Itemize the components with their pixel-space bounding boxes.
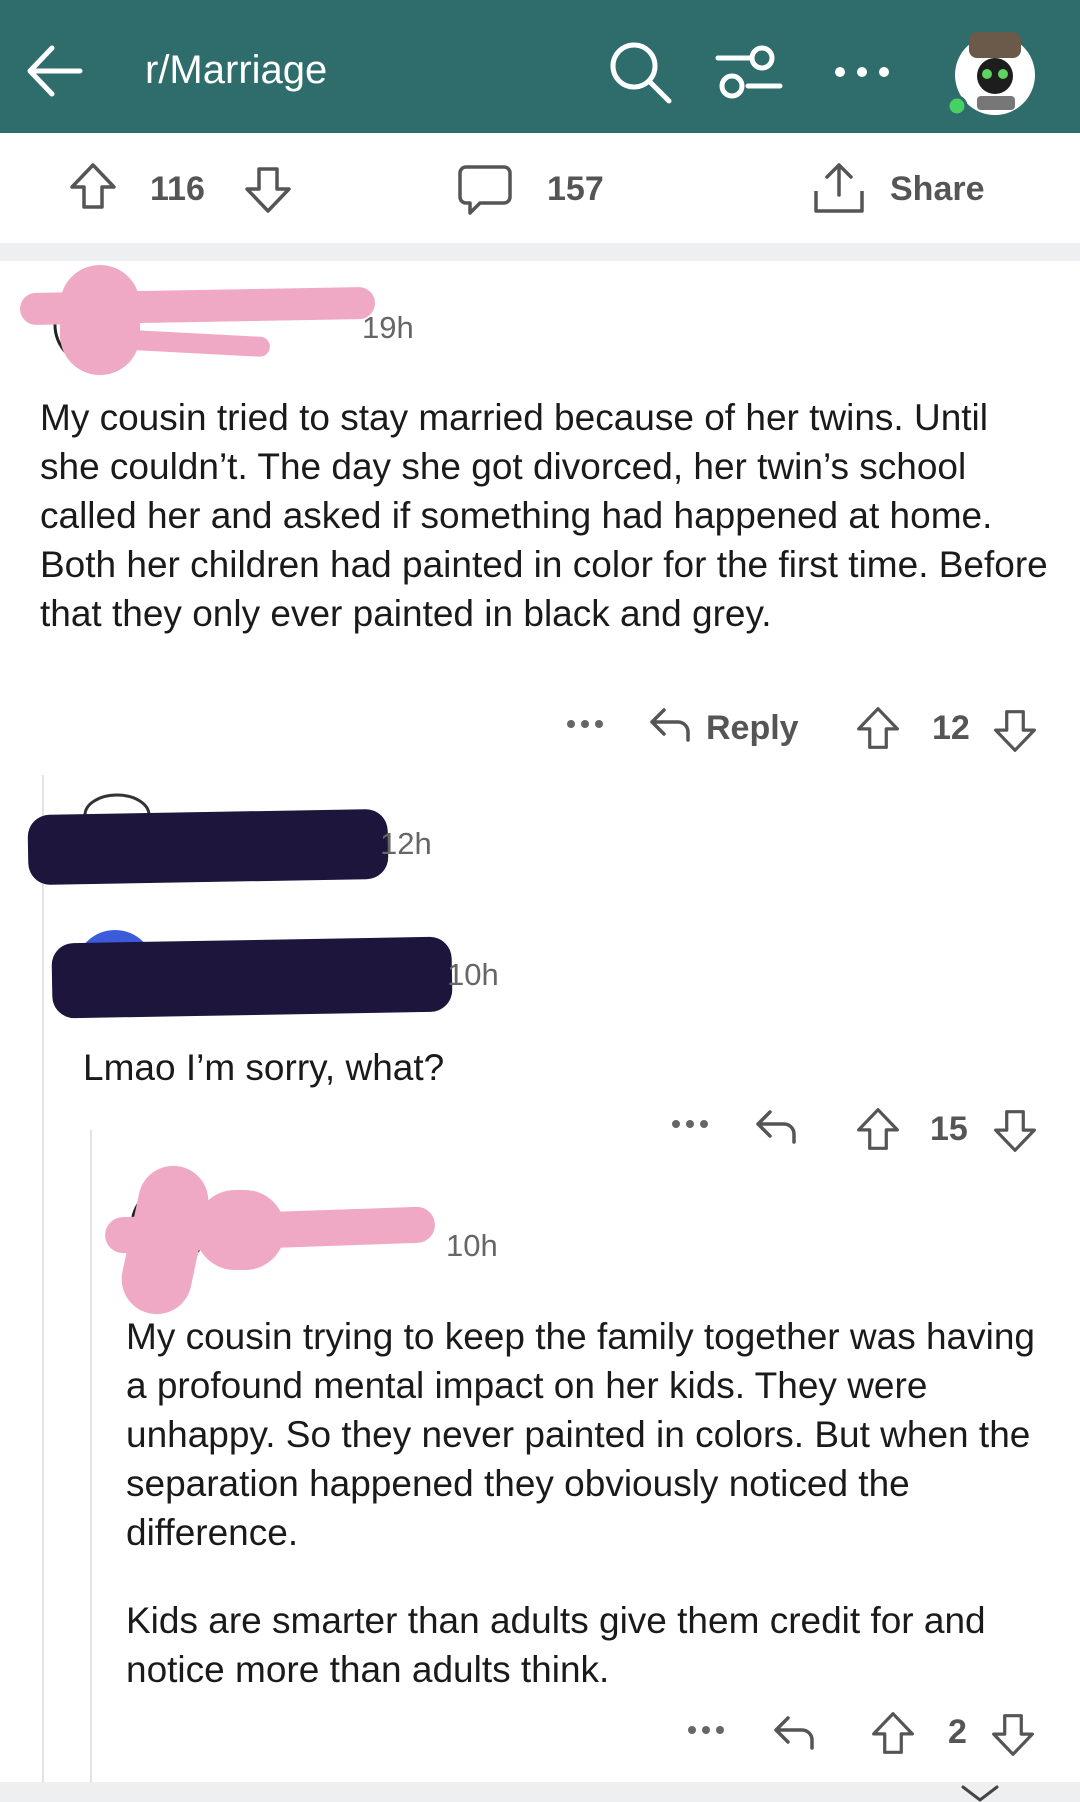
comment-timestamp: 19h (362, 310, 414, 345)
filter-icon[interactable] (714, 42, 784, 102)
search-icon[interactable] (606, 38, 674, 106)
comment-icon[interactable] (458, 163, 512, 217)
comment-timestamp: 10h (447, 957, 499, 992)
bottom-bar (0, 1782, 1080, 1802)
redacted-username (51, 936, 453, 1019)
back-arrow-icon[interactable] (20, 36, 90, 106)
reply-icon[interactable] (772, 1712, 816, 1752)
share-icon[interactable] (812, 161, 866, 215)
comment-body: Lmao I’m sorry, what? (83, 1047, 445, 1088)
chevron-down-icon[interactable] (955, 1785, 1005, 1802)
subreddit-title[interactable]: r/Marriage (145, 48, 327, 93)
upvote-icon[interactable] (68, 161, 118, 211)
avatar[interactable] (943, 20, 1038, 120)
comment-body: My cousin trying to keep the family toge… (126, 1316, 1036, 1553)
post-upvote-count: 116 (150, 170, 205, 208)
thread-line (90, 1130, 92, 1802)
comment-timestamp: 10h (446, 1228, 498, 1263)
reply-button[interactable]: Reply (706, 709, 799, 748)
downvote-icon[interactable] (992, 1108, 1038, 1154)
reply-icon[interactable] (754, 1106, 798, 1146)
downvote-icon[interactable] (992, 708, 1038, 754)
more-icon[interactable] (832, 48, 892, 78)
upvote-icon[interactable] (855, 1106, 901, 1152)
downvote-icon[interactable] (990, 1712, 1036, 1758)
comment-vote-count: 12 (932, 709, 970, 747)
upvote-icon[interactable] (855, 705, 901, 751)
post-action-bar: 116 157 Share (0, 133, 1080, 243)
comment-body: My cousin tried to stay married because … (40, 397, 1048, 634)
downvote-icon[interactable] (243, 165, 293, 215)
redaction-scribble (195, 1190, 285, 1270)
comment-vote-count: 15 (930, 1110, 968, 1148)
reply-icon[interactable] (648, 704, 692, 744)
more-icon[interactable] (565, 712, 605, 732)
post-comment-count: 157 (547, 170, 604, 208)
more-icon[interactable] (670, 1112, 710, 1132)
upvote-icon[interactable] (870, 1710, 916, 1756)
share-button[interactable]: Share (890, 170, 985, 209)
redaction-scribble (60, 265, 140, 375)
comment-timestamp: 12h (380, 826, 432, 861)
comment-vote-count: 2 (948, 1713, 967, 1751)
thread-line (42, 775, 44, 1802)
divider (0, 243, 1080, 261)
more-icon[interactable] (686, 1718, 726, 1738)
comment-body: Kids are smarter than adults give them c… (126, 1600, 986, 1690)
redacted-username (27, 808, 389, 886)
app-header: r/Marriage (0, 0, 1080, 133)
